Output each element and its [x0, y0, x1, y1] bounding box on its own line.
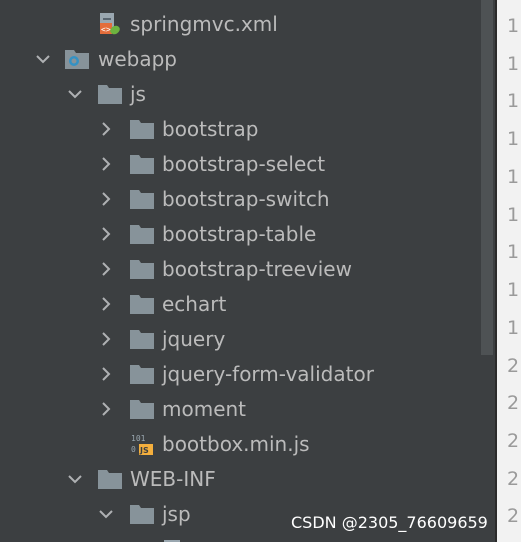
- folder-icon: [129, 258, 155, 280]
- chevron-down-icon[interactable]: [98, 506, 114, 522]
- tree-item-label: bootstrap: [162, 116, 259, 141]
- tree-item-springmvc-xml[interactable]: <> springmvc.xml: [0, 6, 478, 41]
- svg-text:<>: <>: [101, 25, 111, 34]
- folder-icon: [129, 503, 155, 525]
- scrollbar-thumb[interactable]: [481, 0, 493, 355]
- tree-item-bootstrap-select[interactable]: bootstrap-select: [0, 146, 478, 181]
- chevron-down-icon[interactable]: [67, 86, 83, 102]
- chevron-right-icon[interactable]: [98, 121, 114, 137]
- tree-item-label: echart: [162, 291, 227, 316]
- tree-item-label: bootstrap-table: [162, 221, 317, 246]
- tree-item-label: webapp: [98, 46, 178, 71]
- chevron-right-icon[interactable]: [98, 261, 114, 277]
- chevron-right-icon[interactable]: [98, 331, 114, 347]
- folder-icon: [129, 118, 155, 140]
- tree-item-label: jquery-form-validator: [162, 361, 374, 386]
- folder-icon: [129, 153, 155, 175]
- tree-item-label: jsp: [162, 501, 191, 526]
- tree-item-moment[interactable]: moment: [0, 391, 478, 426]
- folder-icon: [97, 468, 123, 490]
- tree-item-label: bootstrap-switch: [162, 186, 330, 211]
- line-number: 1: [507, 166, 520, 188]
- chevron-right-icon[interactable]: [98, 156, 114, 172]
- svg-text:101: 101: [131, 434, 146, 443]
- tree-item-bootstrap[interactable]: bootstrap: [0, 111, 478, 146]
- line-number: 2: [507, 468, 520, 490]
- chevron-right-icon[interactable]: [98, 366, 114, 382]
- folder-icon: [129, 328, 155, 350]
- folder-icon: [129, 223, 155, 245]
- tree-item-label: bootstrap-treeview: [162, 256, 352, 281]
- tree-item-label: js: [130, 81, 146, 106]
- file-icon: [161, 538, 187, 542]
- line-number: 1: [507, 204, 520, 226]
- chevron-right-icon[interactable]: [98, 401, 114, 417]
- line-number: 1: [507, 317, 520, 339]
- tree-item-bootstrap-switch[interactable]: bootstrap-switch: [0, 181, 478, 216]
- line-number: 1: [507, 15, 520, 37]
- web-folder-icon: [64, 48, 90, 70]
- svg-text:0: 0: [131, 445, 136, 454]
- folder-icon: [129, 188, 155, 210]
- editor-gutter: 1 1 1 1 1 1 1 1 1 2 2 2 2 2 2: [497, 0, 521, 542]
- line-number: 1: [507, 241, 520, 263]
- tree-item-label: springmvc.xml: [130, 11, 278, 36]
- tree-item-js[interactable]: js: [0, 76, 478, 111]
- chevron-right-icon[interactable]: [98, 191, 114, 207]
- tree-item-bootstrap-treeview[interactable]: bootstrap-treeview: [0, 251, 478, 286]
- tree-item-label: jquery: [162, 326, 226, 351]
- tree-item-partial-top: [0, 0, 478, 6]
- project-tree: <> springmvc.xml webapp js bootstrap boo…: [0, 0, 478, 542]
- tree-item-jquery-form-validator[interactable]: jquery-form-validator: [0, 356, 478, 391]
- chevron-down-icon[interactable]: [67, 471, 83, 487]
- watermark: CSDN @2305_76609659: [291, 513, 488, 532]
- svg-text:JS: JS: [139, 446, 149, 455]
- tree-item-bootstrap-table[interactable]: bootstrap-table: [0, 216, 478, 251]
- line-number: 2: [507, 392, 520, 414]
- chevron-right-icon[interactable]: [98, 226, 114, 242]
- tree-item-label: bootstrap-select: [162, 151, 326, 176]
- tree-item-webapp[interactable]: webapp: [0, 41, 478, 76]
- tree-item-label: bootbox.min.js: [162, 431, 310, 456]
- folder-icon: [129, 398, 155, 420]
- line-number: 1: [507, 279, 520, 301]
- chevron-right-icon[interactable]: [98, 296, 114, 312]
- tree-item-bootbox-min-js[interactable]: 101 0 JS bootbox.min.js: [0, 426, 478, 461]
- chevron-down-icon[interactable]: [35, 51, 51, 67]
- folder-icon: [97, 83, 123, 105]
- line-number: 1: [507, 90, 520, 112]
- line-number: 2: [507, 355, 520, 377]
- folder-icon: [129, 293, 155, 315]
- js-file-icon: 101 0 JS: [129, 433, 155, 455]
- tree-item-echart[interactable]: echart: [0, 286, 478, 321]
- line-number: 1: [507, 128, 520, 150]
- folder-icon: [129, 363, 155, 385]
- line-number: 1: [507, 53, 520, 75]
- tree-item-jquery[interactable]: jquery: [0, 321, 478, 356]
- line-number: 2: [507, 430, 520, 452]
- tree-item-label: WEB-INF: [130, 466, 216, 491]
- tree-item-label: moment: [162, 396, 247, 421]
- line-number: 2: [507, 505, 520, 527]
- tree-item-web-inf[interactable]: WEB-INF: [0, 461, 478, 496]
- xml-file-icon: <>: [96, 12, 122, 35]
